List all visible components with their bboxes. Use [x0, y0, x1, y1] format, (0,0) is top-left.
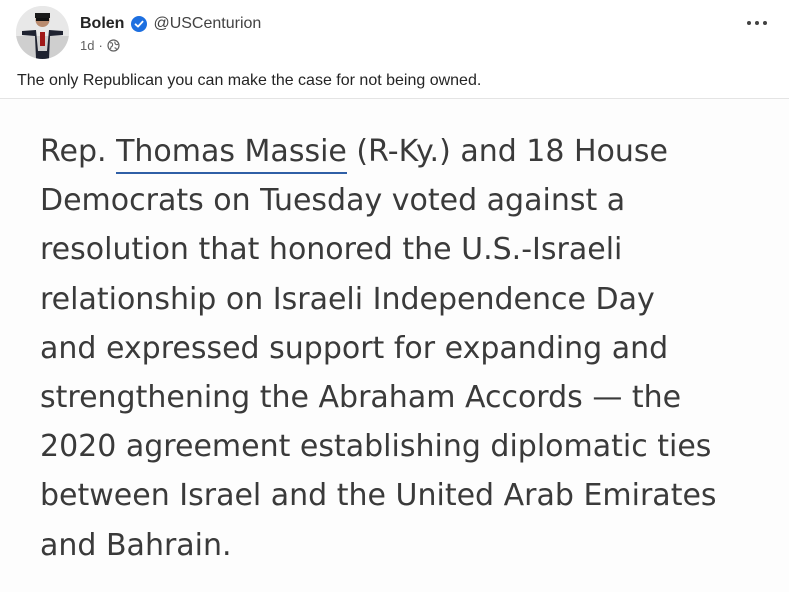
more-options-icon: [747, 21, 767, 25]
author-line: Bolen @USCenturion: [80, 13, 261, 35]
article-line: and Bahrain.: [40, 527, 232, 563]
globe-icon: [107, 39, 120, 52]
article-line: Rep. Thomas Massie (R-Ky.) and 18 House: [40, 127, 780, 176]
meta-separator: ·: [98, 38, 103, 53]
verified-badge-icon: [131, 16, 148, 32]
post-timestamp[interactable]: 1d: [80, 38, 94, 53]
article-line: resolution that honored the U.S.-Israeli: [40, 232, 623, 268]
article-line: Democrats on Tuesday voted against a: [40, 183, 626, 219]
article-line: relationship on Israeli Independence Day: [40, 281, 655, 317]
thomas-massie-link: Thomas Massie: [116, 134, 347, 174]
author-name[interactable]: Bolen: [80, 15, 124, 33]
link-underline: [116, 172, 347, 174]
article-line: strengthening the Abraham Accords — the: [40, 380, 682, 416]
article-line: between Israel and the United Arab Emira…: [40, 478, 717, 514]
more-options-button[interactable]: [747, 14, 771, 32]
article-line: 2020 agreement establishing diplomatic t…: [40, 429, 712, 465]
avatar-image: [16, 6, 69, 59]
post-meta: 1d ·: [80, 38, 120, 53]
avatar[interactable]: [16, 6, 69, 59]
article-excerpt: Rep. Thomas Massie (R-Ky.) and 18 House …: [40, 127, 780, 570]
post-header: Bolen @USCenturion 1d ·: [0, 0, 789, 70]
post-image[interactable]: Rep. Thomas Massie (R-Ky.) and 18 House …: [0, 99, 789, 592]
author-handle[interactable]: @USCenturion: [153, 15, 261, 33]
article-line: and expressed support for expanding and: [40, 330, 669, 366]
post-text: The only Republican you can make the cas…: [17, 72, 482, 89]
